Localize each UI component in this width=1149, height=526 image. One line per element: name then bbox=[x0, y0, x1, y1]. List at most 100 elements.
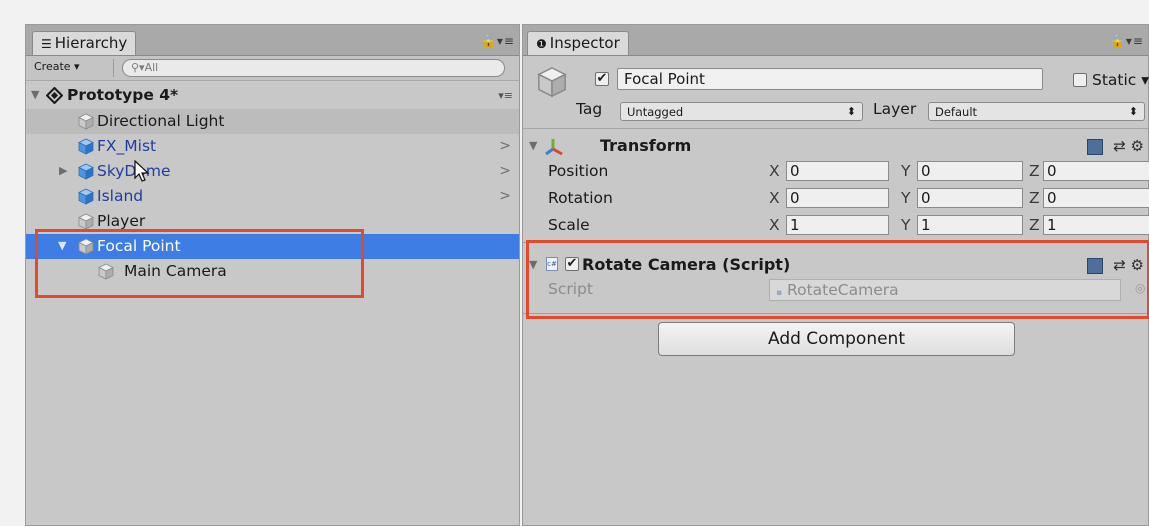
hierarchy-item-focal-point[interactable]: ▼ Focal Point bbox=[26, 234, 519, 259]
rotation-x-field[interactable]: 0 bbox=[786, 188, 889, 208]
tab-inspector-label: Inspector bbox=[549, 34, 620, 52]
axis-x-label[interactable]: X bbox=[769, 216, 780, 234]
lock-menu-icon[interactable]: 🔒▾≡ bbox=[1110, 34, 1144, 48]
scene-row[interactable]: ▼ Prototype 4* ▾≡ bbox=[26, 83, 519, 108]
script-value: RotateCamera bbox=[787, 281, 899, 299]
gameobject-cube-icon bbox=[78, 113, 94, 130]
inspector-panel: ❶ Inspector 🔒▾≡ ✔ Focal Point Static ▾ Ta… bbox=[522, 24, 1149, 526]
preset-icon[interactable]: ⇄ bbox=[1113, 137, 1126, 155]
csharp-script-icon: c# bbox=[546, 257, 558, 271]
hierarchy-item-directional-light[interactable]: Directional Light bbox=[26, 109, 519, 134]
hierarchy-item-island[interactable]: Island > bbox=[26, 184, 519, 209]
help-book-icon[interactable] bbox=[1087, 138, 1104, 155]
dropdown-arrow-icon: ⬍ bbox=[1128, 105, 1138, 118]
rotation-y-field[interactable]: 0 bbox=[917, 188, 1023, 208]
fold-arrow-icon[interactable]: ▼ bbox=[529, 258, 537, 271]
search-placeholder: All bbox=[144, 61, 159, 74]
static-label: Static bbox=[1092, 71, 1137, 89]
help-book-icon[interactable] bbox=[1087, 257, 1104, 274]
static-checkbox[interactable] bbox=[1073, 73, 1087, 87]
gameobject-cube-icon bbox=[98, 263, 114, 280]
scale-z-field[interactable]: 1 bbox=[1043, 215, 1149, 235]
scale-y-field[interactable]: 1 bbox=[917, 215, 1023, 235]
object-picker-icon[interactable]: ◎ bbox=[1135, 281, 1145, 295]
position-z-field[interactable]: 0 bbox=[1043, 161, 1149, 181]
axis-z-label[interactable]: Z bbox=[1029, 189, 1040, 207]
chevron-right-icon[interactable]: > bbox=[499, 163, 511, 179]
tag-dropdown[interactable]: Untagged ⬍ bbox=[620, 102, 863, 121]
script-component-header[interactable]: ▼ c# ✔ Rotate Camera (Script) ⇄ ⚙ bbox=[523, 252, 1148, 278]
fold-arrow-icon[interactable]: ▶ bbox=[59, 164, 67, 177]
axis-z-label[interactable]: Z bbox=[1029, 162, 1040, 180]
info-icon: ❶ bbox=[536, 37, 547, 51]
hierarchy-item-player[interactable]: Player bbox=[26, 209, 519, 234]
dropdown-arrow-icon: ⬍ bbox=[846, 105, 856, 118]
create-dropdown[interactable]: Create ▾ bbox=[34, 60, 80, 73]
prefab-cube-icon bbox=[78, 138, 94, 155]
gear-icon[interactable]: ⚙ bbox=[1131, 256, 1144, 274]
add-component-button[interactable]: Add Component bbox=[658, 322, 1015, 356]
hierarchy-item-main-camera[interactable]: Main Camera bbox=[26, 259, 519, 284]
scene-menu-icon[interactable]: ▾≡ bbox=[498, 89, 513, 102]
inspector-tab-bar: ❶ Inspector 🔒▾≡ bbox=[523, 25, 1148, 56]
hierarchy-toolbar: Create ▾ ⚲▾All bbox=[26, 56, 519, 81]
hierarchy-panel: ☰ Hierarchy 🔒▾≡ Create ▾ ⚲▾All ▼ Prototyp… bbox=[25, 24, 520, 526]
axis-x-label[interactable]: X bbox=[769, 189, 780, 207]
position-row: Position X 0 Y 0 Z 0 bbox=[523, 159, 1149, 185]
layer-dropdown[interactable]: Default ⬍ bbox=[928, 102, 1145, 121]
scale-label: Scale bbox=[548, 216, 590, 234]
layer-value: Default bbox=[935, 105, 978, 119]
fold-arrow-icon[interactable]: ▼ bbox=[58, 239, 66, 252]
item-label: Focal Point bbox=[97, 237, 181, 255]
tag-value: Untagged bbox=[627, 105, 684, 119]
hierarchy-tab-bar: ☰ Hierarchy 🔒▾≡ bbox=[26, 25, 519, 56]
static-toggle[interactable]: Static ▾ bbox=[1073, 71, 1149, 89]
fold-arrow-icon[interactable]: ▼ bbox=[31, 88, 39, 101]
component-icons: ⇄ ⚙ bbox=[1087, 137, 1144, 155]
create-label: Create bbox=[34, 60, 71, 73]
hierarchy-list-icon: ☰ bbox=[41, 37, 52, 51]
script-component-title: Rotate Camera (Script) bbox=[582, 255, 791, 274]
toolbar-divider bbox=[113, 59, 114, 77]
unity-scene-icon bbox=[46, 87, 63, 104]
component-enabled-checkbox[interactable]: ✔ bbox=[565, 257, 579, 271]
axis-y-label[interactable]: Y bbox=[901, 162, 910, 180]
transform-title: Transform bbox=[600, 136, 692, 155]
position-y-field[interactable]: 0 bbox=[917, 161, 1023, 181]
gear-icon[interactable]: ⚙ bbox=[1131, 137, 1144, 155]
item-label: Directional Light bbox=[97, 112, 225, 130]
axis-y-label[interactable]: Y bbox=[901, 189, 910, 207]
active-checkbox[interactable]: ✔ bbox=[595, 72, 609, 86]
hierarchy-search-input[interactable]: ⚲▾All bbox=[122, 59, 505, 77]
gameobject-large-icon bbox=[538, 67, 566, 97]
script-reference-field: ▪ RotateCamera bbox=[769, 279, 1121, 301]
gameobject-cube-icon bbox=[78, 213, 94, 230]
position-x-field[interactable]: 0 bbox=[786, 161, 889, 181]
rotation-row: Rotation X 0 Y 0 Z 0 bbox=[523, 186, 1149, 212]
axis-x-label[interactable]: X bbox=[769, 162, 780, 180]
tag-label: Tag bbox=[576, 100, 603, 118]
preset-icon[interactable]: ⇄ bbox=[1113, 256, 1126, 274]
tab-hierarchy[interactable]: ☰ Hierarchy bbox=[32, 31, 137, 55]
tab-inspector[interactable]: ❶ Inspector bbox=[527, 31, 629, 55]
search-icon: ⚲▾ bbox=[131, 61, 145, 74]
script-label: Script bbox=[548, 280, 593, 298]
item-label: Island bbox=[97, 187, 144, 205]
hierarchy-item-fx-mist[interactable]: FX_Mist > bbox=[26, 134, 519, 159]
object-name-field[interactable]: Focal Point bbox=[617, 68, 1043, 90]
item-label: Main Camera bbox=[124, 262, 227, 280]
chevron-right-icon[interactable]: > bbox=[499, 188, 511, 204]
axis-y-label[interactable]: Y bbox=[901, 216, 910, 234]
axis-z-label[interactable]: Z bbox=[1029, 216, 1040, 234]
rotation-label: Rotation bbox=[548, 189, 613, 207]
hierarchy-item-skydome[interactable]: ▶ SkyDome > bbox=[26, 159, 519, 184]
scale-x-field[interactable]: 1 bbox=[786, 215, 889, 235]
prefab-cube-icon bbox=[78, 188, 94, 205]
chevron-right-icon[interactable]: > bbox=[499, 138, 511, 154]
fold-arrow-icon[interactable]: ▼ bbox=[529, 139, 537, 152]
rotation-z-field[interactable]: 0 bbox=[1043, 188, 1149, 208]
lock-menu-icon[interactable]: 🔒▾≡ bbox=[481, 34, 515, 48]
transform-component-header[interactable]: ▼ Transform ⇄ ⚙ bbox=[523, 133, 1148, 159]
layer-label: Layer bbox=[873, 100, 917, 118]
gameobject-cube-icon bbox=[78, 238, 94, 255]
